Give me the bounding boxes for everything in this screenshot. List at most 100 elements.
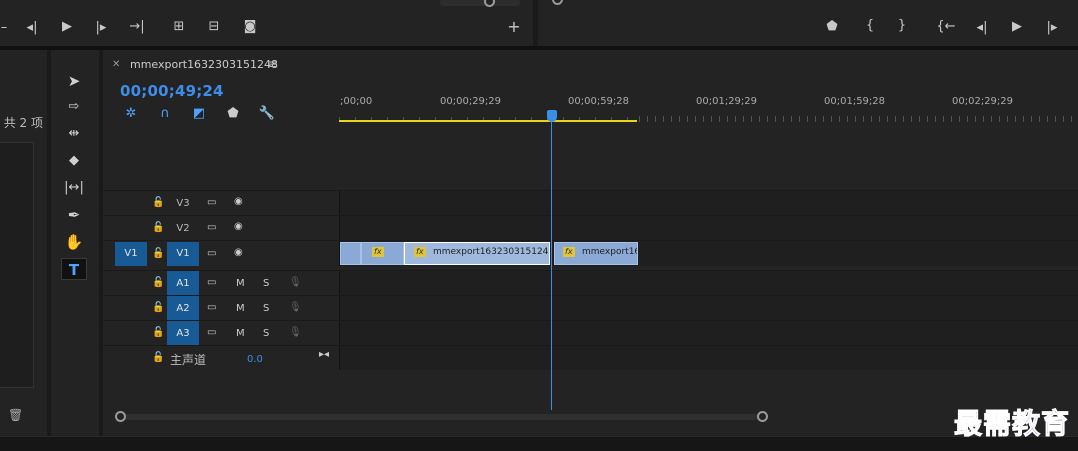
solo-button[interactable]: S (263, 328, 269, 339)
track-content[interactable] (339, 191, 1078, 215)
go-to-end-icon[interactable]: ▸◂ (319, 349, 329, 360)
playhead-timecode[interactable]: 00;00;49;24 (120, 82, 224, 100)
track-content[interactable] (339, 296, 1078, 320)
ruler-tick (727, 116, 728, 122)
sync-lock-icon[interactable]: ▭ (207, 248, 216, 259)
step-forward-icon[interactable]: |▸ (91, 21, 111, 37)
sync-lock-icon[interactable]: ▭ (207, 277, 216, 288)
source-zoom-scrollbar[interactable] (440, 0, 520, 7)
go-to-out-icon[interactable]: →| (127, 20, 147, 36)
ripple-edit-tool-icon[interactable]: ⇹ (61, 123, 87, 145)
ruler-tick (991, 116, 992, 122)
source-zoom-handle[interactable] (484, 0, 495, 7)
track-content[interactable] (339, 271, 1078, 295)
clip[interactable]: fx mmexport16 (554, 242, 638, 265)
type-tool-icon[interactable]: T (61, 258, 87, 280)
lock-icon[interactable]: 🔓 (152, 222, 164, 233)
play-program-icon[interactable]: ▶ (1007, 20, 1027, 36)
lock-icon[interactable]: 🔓 (152, 352, 164, 363)
lock-icon[interactable]: 🔓 (152, 327, 164, 338)
time-ruler[interactable]: ;00;00 00;00;29;29 00;00;59;28 00;01;29;… (339, 90, 1078, 126)
menu-icon[interactable]: ≡ (268, 57, 278, 71)
playhead-handle[interactable] (547, 110, 557, 122)
mute-button[interactable]: M (236, 278, 245, 289)
track-name[interactable]: V1 (167, 242, 199, 266)
scrollbar-left-handle[interactable] (115, 411, 126, 422)
pen-tool-icon[interactable]: ✒ (61, 204, 87, 226)
add-marker-timeline-icon[interactable]: ⬟ (224, 106, 242, 121)
ruler-tick (887, 116, 888, 122)
step-back-program-icon[interactable]: ◂| (972, 21, 992, 37)
play-icon[interactable]: ▶ (57, 20, 77, 36)
clip-selected[interactable]: fx mmexport1632303151248. (404, 242, 550, 265)
track-content[interactable]: fx fx mmexport1632303151248. fx mmexport… (339, 241, 1078, 266)
razor-tool-icon[interactable]: ◆ (61, 150, 87, 172)
track-name[interactable]: V3 (167, 198, 199, 209)
eye-icon[interactable]: ◉ (234, 221, 243, 232)
fx-badge: fx (372, 247, 384, 257)
wrench-icon[interactable]: 🔧 (258, 106, 276, 121)
track-content[interactable] (339, 321, 1078, 345)
sync-lock-icon[interactable]: ▭ (207, 327, 216, 338)
lock-icon[interactable]: 🔓 (152, 302, 164, 313)
go-to-in-icon[interactable]: {← (936, 20, 956, 36)
snap-magnet-icon[interactable]: ∩ (156, 106, 174, 121)
linked-selection-icon[interactable]: ◩ (190, 106, 208, 121)
overwrite-icon[interactable]: ⊟ (204, 20, 224, 36)
timeline-panel: ✕ mmexport1632303151248 ≡ 00;00;49;24 ✲ … (103, 50, 1078, 436)
camera-icon[interactable]: ◙ (240, 20, 260, 36)
mute-button[interactable]: M (236, 303, 245, 314)
mute-button[interactable]: M (236, 328, 245, 339)
eye-icon[interactable]: ◉ (234, 196, 243, 207)
selection-tool-icon[interactable]: ➤ (61, 70, 87, 92)
mark-in-icon[interactable]: { (860, 19, 880, 35)
source-patch-v1[interactable]: V1 (115, 242, 147, 266)
track-name[interactable]: A1 (167, 271, 199, 296)
track-name[interactable]: A2 (167, 296, 199, 321)
sync-lock-icon[interactable]: ▭ (207, 302, 216, 313)
ruler-tick (935, 116, 936, 122)
clip[interactable]: fx (361, 242, 404, 265)
lock-icon[interactable]: 🔓 (152, 197, 164, 208)
program-zoom-handle[interactable] (552, 0, 563, 5)
trash-icon[interactable]: 🗑 (8, 408, 23, 422)
solo-button[interactable]: S (263, 278, 269, 289)
close-icon[interactable]: ✕ (112, 59, 120, 70)
lock-icon[interactable]: 🔓 (152, 277, 164, 288)
add-marker-icon[interactable]: ⬟ (822, 20, 842, 36)
track-name[interactable]: V2 (167, 223, 199, 234)
microphone-icon[interactable]: 🎙 (289, 327, 302, 338)
sync-lock-icon[interactable]: ▭ (207, 222, 216, 233)
lock-icon[interactable]: 🔓 (152, 248, 164, 259)
step-forward-program-icon[interactable]: |▸ (1042, 21, 1062, 37)
slip-tool-icon[interactable]: |↔| (61, 177, 87, 199)
work-area-bar[interactable] (339, 120, 637, 122)
track-select-tool-icon[interactable]: ⇨ (61, 96, 87, 118)
ruler-tick (951, 116, 952, 122)
master-volume-value[interactable]: 0.0 (247, 354, 263, 365)
eye-icon[interactable]: ◉ (234, 247, 243, 258)
scrollbar-right-handle[interactable] (757, 411, 768, 422)
step-back-icon[interactable]: ◂| (22, 21, 42, 37)
minus-icon[interactable]: – (0, 21, 14, 37)
microphone-icon[interactable]: 🎙 (289, 277, 302, 288)
mark-out-icon[interactable]: } (892, 19, 912, 35)
source-monitor-transport: – ◂| ▶ |▸ →| ⊞ ⊟ ◙ + (0, 0, 533, 46)
add-button-icon[interactable]: + (504, 19, 524, 36)
track-name[interactable]: A3 (167, 321, 199, 346)
microphone-icon[interactable]: 🎙 (289, 302, 302, 313)
project-bin-list[interactable] (0, 142, 34, 388)
ruler-tick (1055, 116, 1056, 122)
nest-sequence-icon[interactable]: ✲ (122, 106, 140, 121)
track-content[interactable] (339, 216, 1078, 240)
timeline-horizontal-scrollbar[interactable] (115, 411, 768, 422)
playhead-line[interactable] (551, 120, 552, 410)
sync-lock-icon[interactable]: ▭ (207, 197, 216, 208)
insert-icon[interactable]: ⊞ (169, 20, 189, 36)
track-content[interactable] (339, 346, 1078, 370)
hand-tool-icon[interactable]: ✋ (61, 231, 87, 253)
clip-name: mmexport1632303151248. (433, 247, 550, 257)
solo-button[interactable]: S (263, 303, 269, 314)
sequence-tab[interactable]: mmexport1632303151248 (130, 58, 278, 71)
clip-segment[interactable] (340, 242, 361, 265)
